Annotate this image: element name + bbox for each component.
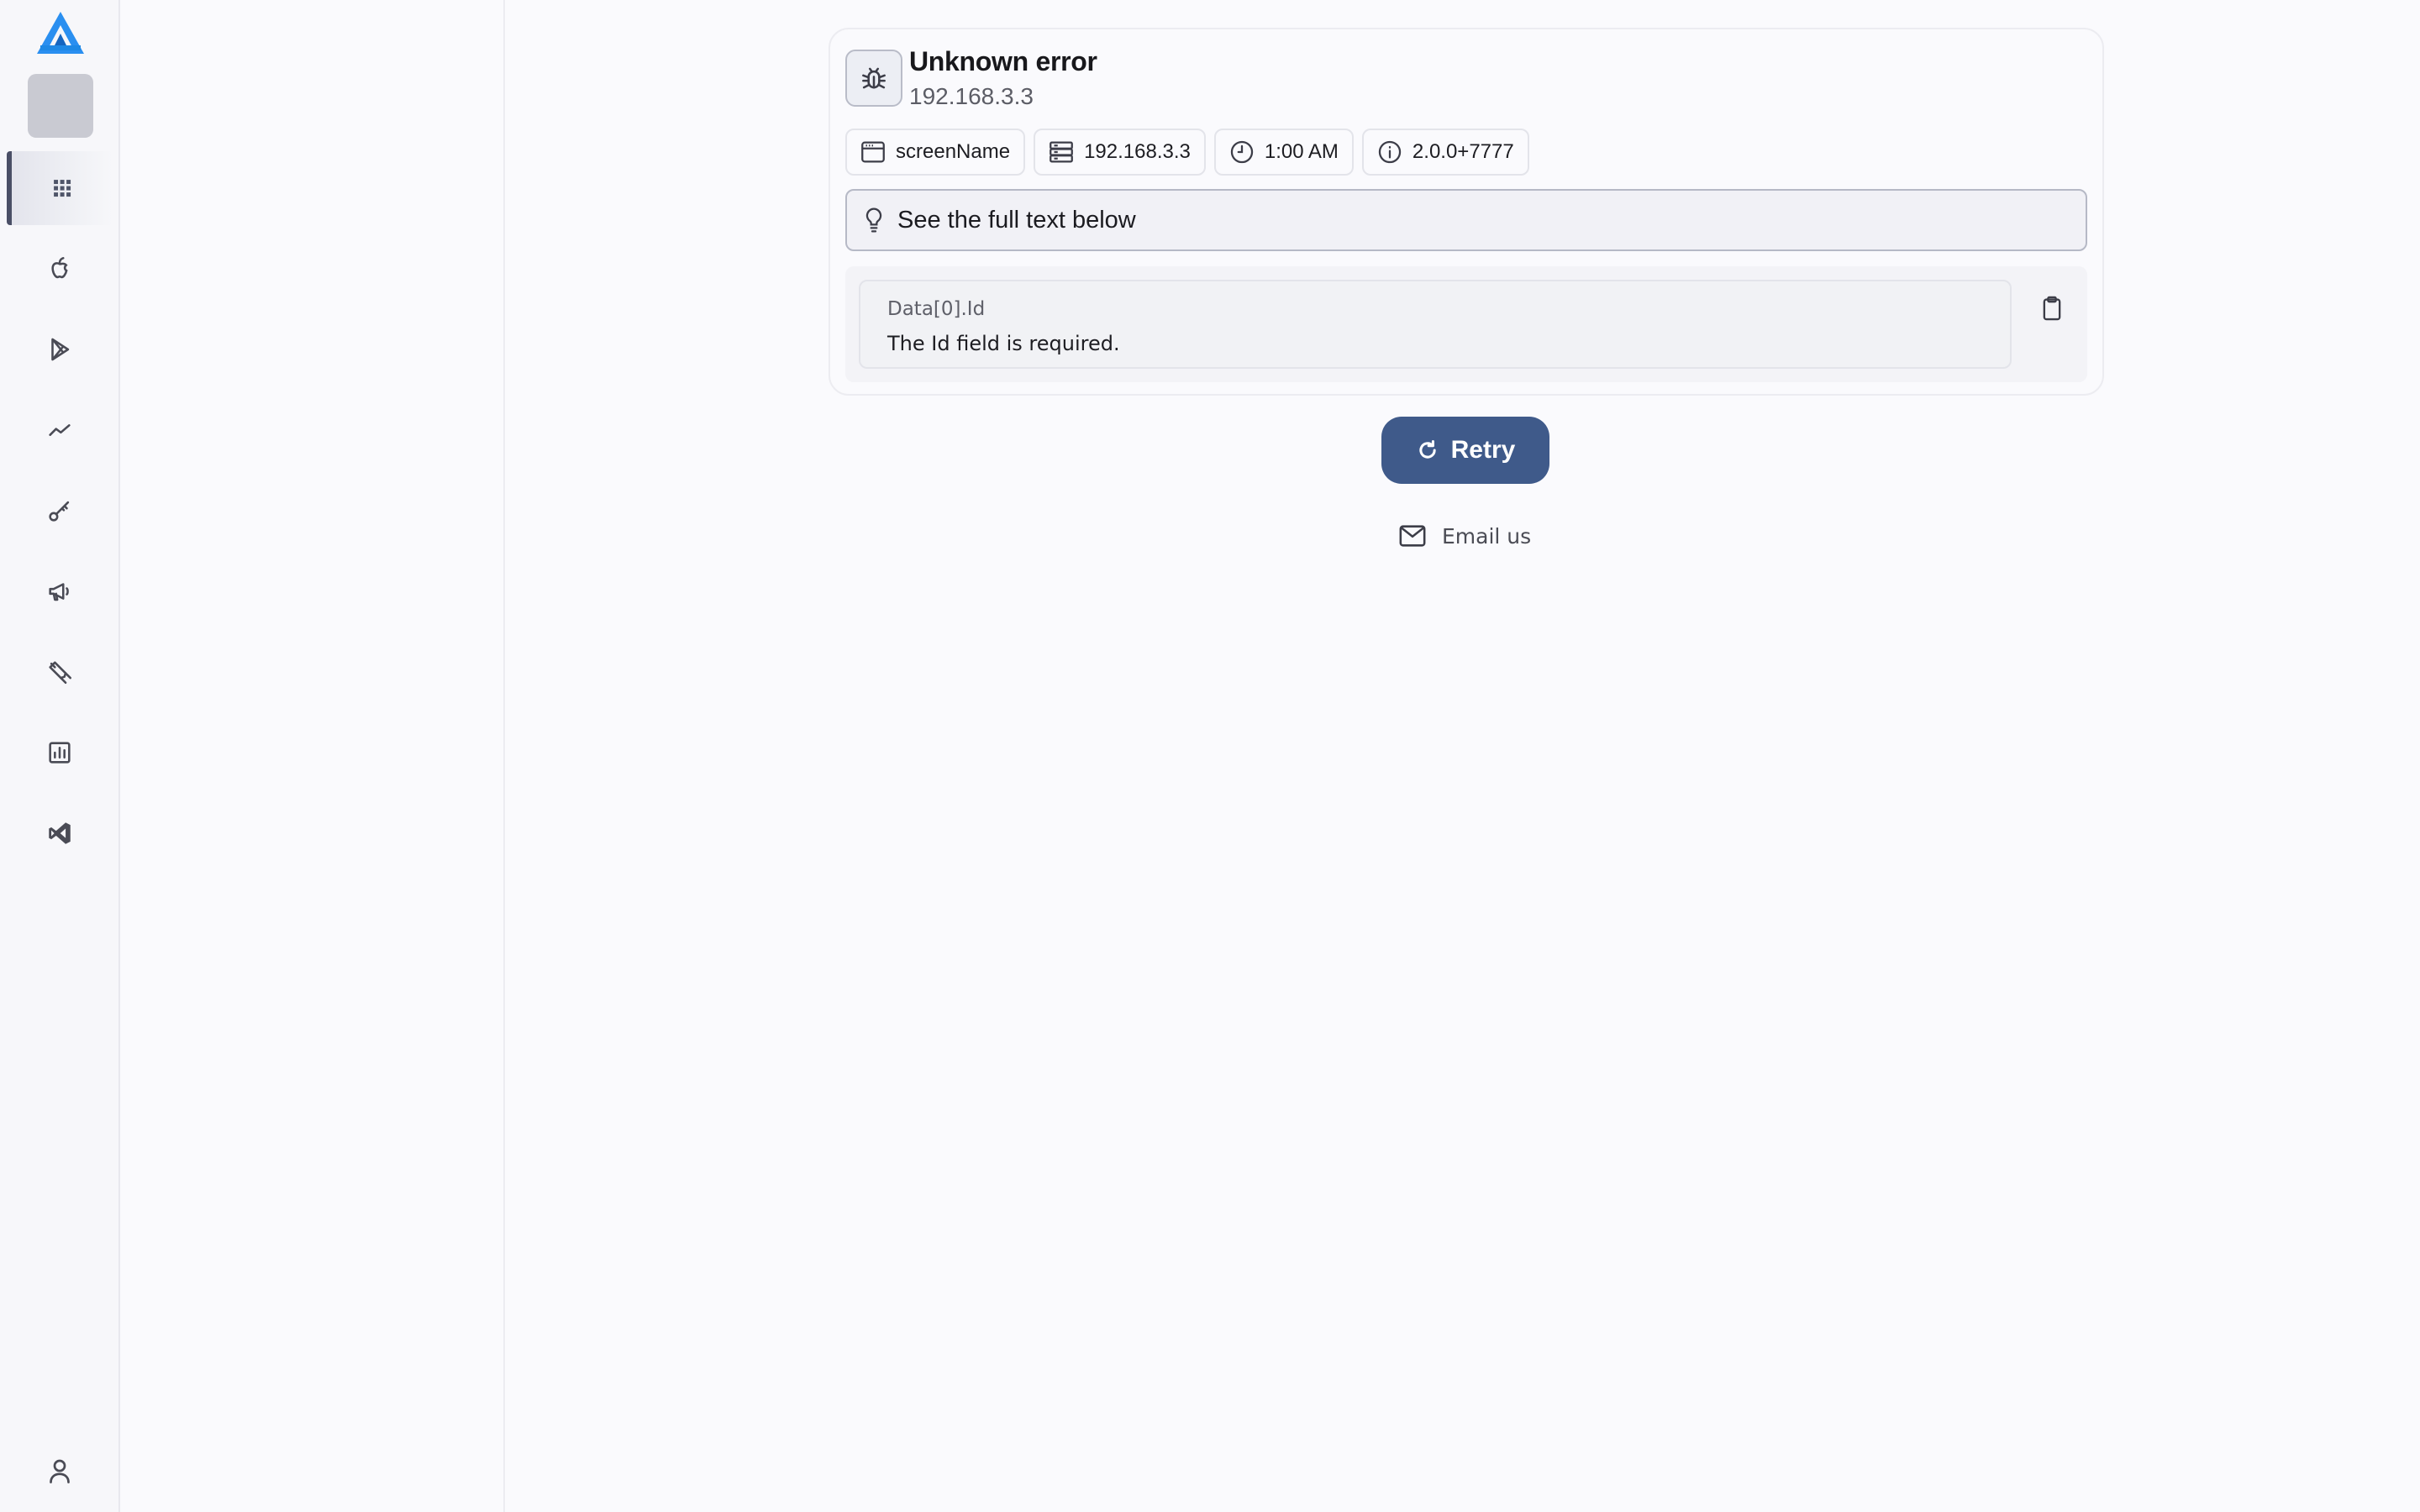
chip-label: screenName	[896, 140, 1011, 163]
bug-icon	[862, 67, 886, 89]
error-detail-section: Data[0].Id The Id field is required.	[845, 266, 2087, 382]
window-icon	[861, 141, 885, 163]
server-icon	[1050, 141, 1073, 163]
lightbulb-icon	[865, 207, 882, 233]
clipboard-icon	[2043, 296, 2061, 321]
hint-banner: See the full text below	[845, 189, 2087, 251]
sidebar-item-apple[interactable]	[7, 232, 113, 306]
tools-icon	[49, 661, 72, 685]
retry-button[interactable]: Retry	[1381, 417, 1549, 484]
key-icon	[49, 501, 70, 522]
sidebar-item-apps[interactable]	[7, 151, 113, 225]
mail-icon	[1399, 525, 1426, 547]
retry-label: Retry	[1450, 436, 1516, 464]
app-logo-icon[interactable]	[34, 8, 87, 59]
sidebar-item-analytics[interactable]	[7, 716, 113, 790]
error-meta-chips: screenName 192.168.3.3 1:00 AM 2.0.0+777…	[845, 129, 1529, 176]
email-us-link[interactable]: Email us	[1398, 519, 1531, 553]
error-title: Unknown error	[909, 46, 1097, 76]
error-subtitle: 192.168.3.3	[909, 83, 1034, 109]
visual-studio-icon	[49, 822, 71, 844]
error-card: Unknown error 192.168.3.3 screenName 192…	[829, 28, 2104, 396]
error-icon-box	[845, 50, 902, 107]
chip-label: 192.168.3.3	[1084, 140, 1191, 163]
apps-grid-icon	[54, 180, 71, 197]
chip-label: 2.0.0+7777	[1412, 140, 1514, 163]
main-content: Unknown error 192.168.3.3 screenName 192…	[505, 0, 2420, 1512]
chip-screen-name: screenName	[845, 129, 1026, 176]
error-detail-message: The Id field is required.	[887, 332, 1120, 355]
sidebar-item-keys[interactable]	[7, 474, 113, 548]
sidebar-item-google-play[interactable]	[7, 312, 113, 386]
user-icon	[50, 1459, 70, 1483]
info-icon	[1378, 140, 1402, 164]
copy-button[interactable]	[2033, 290, 2070, 327]
chip-version: 2.0.0+7777	[1361, 129, 1529, 176]
sidebar-item-trending[interactable]	[7, 393, 113, 467]
email-us-label: Email us	[1442, 523, 1532, 549]
trending-icon	[49, 424, 71, 436]
sidebar-item-visual-studio[interactable]	[7, 796, 113, 870]
apple-icon	[51, 256, 68, 279]
hint-text: See the full text below	[897, 206, 1136, 234]
sidebar-item-tools[interactable]	[7, 635, 113, 709]
secondary-panel	[120, 0, 505, 1512]
google-play-icon	[51, 338, 70, 361]
workspace-avatar[interactable]	[28, 74, 93, 138]
clock-icon	[1230, 140, 1254, 164]
icon-rail	[0, 0, 120, 1512]
megaphone-icon	[49, 583, 69, 601]
chip-label: 1:00 AM	[1264, 140, 1339, 163]
bar-chart-icon	[49, 742, 71, 764]
refresh-icon	[1418, 439, 1436, 459]
chip-time: 1:00 AM	[1213, 129, 1354, 176]
sidebar-item-campaigns[interactable]	[7, 554, 113, 628]
error-detail-box: Data[0].Id The Id field is required.	[859, 280, 2012, 369]
sidebar-item-profile[interactable]	[7, 1434, 113, 1508]
error-detail-key: Data[0].Id	[887, 298, 986, 320]
chip-server: 192.168.3.3	[1034, 129, 1206, 176]
